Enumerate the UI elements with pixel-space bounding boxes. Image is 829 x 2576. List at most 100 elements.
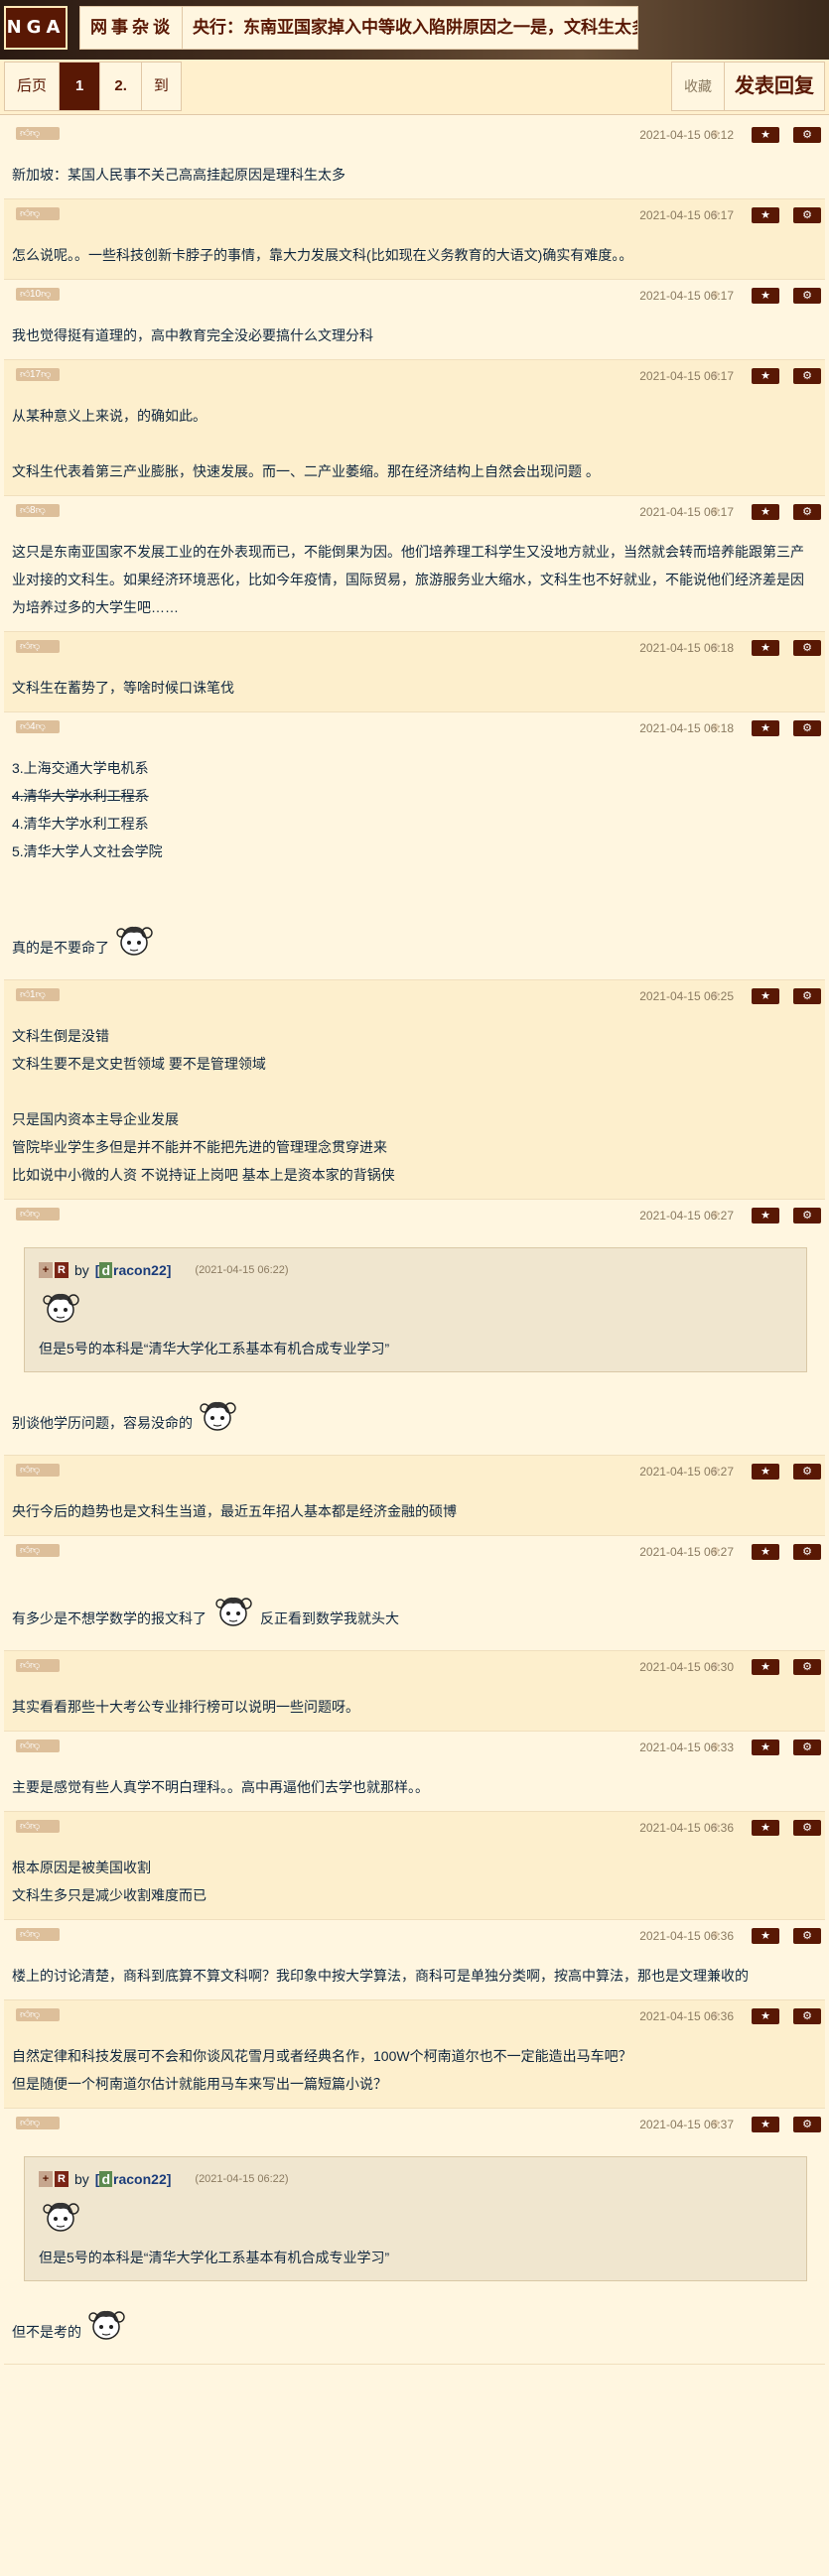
vote-widget[interactable]: 👍︎👎︎ xyxy=(16,1659,60,1672)
quote-user-link[interactable]: [d racon22] xyxy=(95,2171,171,2187)
vote-widget[interactable]: 👍︎👎︎ xyxy=(16,127,60,140)
vote-widget[interactable]: 👍︎👎︎ xyxy=(16,207,60,220)
star-icon[interactable]: ★ xyxy=(752,1659,779,1675)
star-icon[interactable]: ★ xyxy=(752,2117,779,2132)
thumbs-up-icon[interactable]: 👍︎ xyxy=(20,640,30,653)
thumbs-up-icon[interactable]: 👍︎ xyxy=(20,2008,30,2021)
vote-widget[interactable]: 👍︎👎︎ xyxy=(16,1208,60,1221)
plus-icon[interactable]: + xyxy=(39,2171,53,2187)
thumbs-up-icon[interactable]: 👍︎ xyxy=(20,504,30,517)
thumbs-up-icon[interactable]: 👍︎ xyxy=(20,1208,30,1221)
gear-icon[interactable]: ⚙ xyxy=(793,1464,821,1480)
vote-widget[interactable]: 👍︎10👎︎ xyxy=(16,288,60,301)
gear-icon[interactable]: ⚙ xyxy=(793,1208,821,1224)
plus-icon[interactable]: + xyxy=(39,1262,53,1278)
thumbs-down-icon[interactable]: 👎︎ xyxy=(36,504,46,517)
star-icon[interactable]: ★ xyxy=(752,1820,779,1836)
thumbs-up-icon[interactable]: 👍︎ xyxy=(20,1739,30,1752)
vote-widget[interactable]: 👍︎4👎︎ xyxy=(16,720,60,733)
vote-widget[interactable]: 👍︎👎︎ xyxy=(16,2117,60,2129)
thumbs-down-icon[interactable]: 👎︎ xyxy=(30,127,40,140)
thumbs-up-icon[interactable]: 👍︎ xyxy=(20,720,30,733)
gear-icon[interactable]: ⚙ xyxy=(793,640,821,656)
reply-badge-icon[interactable]: R xyxy=(55,2171,69,2187)
gear-icon[interactable]: ⚙ xyxy=(793,288,821,304)
reply-badge-icon[interactable]: R xyxy=(55,1262,69,1278)
thumbs-down-icon[interactable]: 👎︎ xyxy=(30,1464,40,1477)
gear-icon[interactable]: ⚙ xyxy=(793,127,821,143)
star-icon[interactable]: ★ xyxy=(752,127,779,143)
thumbs-down-icon[interactable]: 👎︎ xyxy=(36,720,46,733)
star-icon[interactable]: ★ xyxy=(752,1544,779,1560)
thumbs-up-icon[interactable]: 👍︎ xyxy=(20,988,30,1001)
star-icon[interactable]: ★ xyxy=(752,368,779,384)
vote-widget[interactable]: 👍︎17👎︎ xyxy=(16,368,60,381)
star-icon[interactable]: ★ xyxy=(752,1739,779,1755)
thumbs-up-icon[interactable]: 👍︎ xyxy=(20,1464,30,1477)
thumbs-down-icon[interactable]: 👎︎ xyxy=(30,1820,40,1833)
gear-icon[interactable]: ⚙ xyxy=(793,368,821,384)
star-icon[interactable]: ★ xyxy=(752,988,779,1004)
thumbs-down-icon[interactable]: 👎︎ xyxy=(30,2117,40,2129)
vote-widget[interactable]: 👍︎8👎︎ xyxy=(16,504,60,517)
thumbs-down-icon[interactable]: 👎︎ xyxy=(41,368,51,381)
thumbs-up-icon[interactable]: 👍︎ xyxy=(20,288,30,301)
gear-icon[interactable]: ⚙ xyxy=(793,1659,821,1675)
site-logo[interactable]: NGA xyxy=(4,6,68,50)
thumbs-down-icon[interactable]: 👎︎ xyxy=(30,640,40,653)
vote-widget[interactable]: 👍︎👎︎ xyxy=(16,1820,60,1833)
gear-icon[interactable]: ⚙ xyxy=(793,1739,821,1755)
reply-button[interactable]: 发表回复 xyxy=(725,63,824,110)
thumbs-down-icon[interactable]: 👎︎ xyxy=(30,2008,40,2021)
quote-user-link[interactable]: [d racon22] xyxy=(95,1262,171,1278)
prev-page-button[interactable]: 后页 xyxy=(5,63,61,110)
star-icon[interactable]: ★ xyxy=(752,1208,779,1224)
vote-widget[interactable]: 👍︎👎︎ xyxy=(16,1928,60,1941)
goto-page-button[interactable]: 到 xyxy=(142,63,181,110)
star-icon[interactable]: ★ xyxy=(752,720,779,736)
thumbs-up-icon[interactable]: 👍︎ xyxy=(20,127,30,140)
page-1-button[interactable]: 1 xyxy=(60,63,101,110)
gear-icon[interactable]: ⚙ xyxy=(793,207,821,223)
thumbs-down-icon[interactable]: 👎︎ xyxy=(30,1544,40,1557)
vote-widget[interactable]: 👍︎👎︎ xyxy=(16,1739,60,1752)
gear-icon[interactable]: ⚙ xyxy=(793,2117,821,2132)
star-icon[interactable]: ★ xyxy=(752,207,779,223)
thumbs-down-icon[interactable]: 👎︎ xyxy=(30,1928,40,1941)
star-icon[interactable]: ★ xyxy=(752,1928,779,1944)
favorite-button[interactable]: 收藏 xyxy=(672,63,725,110)
thread-title[interactable]: 央行：东南亚国家掉入中等收入陷阱原因之一是，文科生太多 xyxy=(182,6,638,50)
gear-icon[interactable]: ⚙ xyxy=(793,1544,821,1560)
thumbs-down-icon[interactable]: 👎︎ xyxy=(41,288,51,301)
gear-icon[interactable]: ⚙ xyxy=(793,1820,821,1836)
gear-icon[interactable]: ⚙ xyxy=(793,988,821,1004)
thumbs-up-icon[interactable]: 👍︎ xyxy=(20,1659,30,1672)
thumbs-up-icon[interactable]: 👍︎ xyxy=(20,207,30,220)
thumbs-up-icon[interactable]: 👍︎ xyxy=(20,1820,30,1833)
star-icon[interactable]: ★ xyxy=(752,288,779,304)
vote-widget[interactable]: 👍︎👎︎ xyxy=(16,1544,60,1557)
star-icon[interactable]: ★ xyxy=(752,504,779,520)
thumbs-down-icon[interactable]: 👎︎ xyxy=(30,1739,40,1752)
thumbs-down-icon[interactable]: 👎︎ xyxy=(36,988,46,1001)
gear-icon[interactable]: ⚙ xyxy=(793,1928,821,1944)
thumbs-down-icon[interactable]: 👎︎ xyxy=(30,1208,40,1221)
vote-widget[interactable]: 👍︎1👎︎ xyxy=(16,988,60,1001)
gear-icon[interactable]: ⚙ xyxy=(793,720,821,736)
thumbs-up-icon[interactable]: 👍︎ xyxy=(20,1928,30,1941)
page-2-button[interactable]: 2. xyxy=(100,63,142,110)
star-icon[interactable]: ★ xyxy=(752,1464,779,1480)
gear-icon[interactable]: ⚙ xyxy=(793,504,821,520)
vote-widget[interactable]: 👍︎👎︎ xyxy=(16,1464,60,1477)
thumbs-up-icon[interactable]: 👍︎ xyxy=(20,1544,30,1557)
gear-icon[interactable]: ⚙ xyxy=(793,2008,821,2024)
thumbs-down-icon[interactable]: 👎︎ xyxy=(30,207,40,220)
breadcrumb-forum[interactable]: 网事杂谈 xyxy=(79,6,185,50)
star-icon[interactable]: ★ xyxy=(752,640,779,656)
thumbs-up-icon[interactable]: 👍︎ xyxy=(20,2117,30,2129)
vote-widget[interactable]: 👍︎👎︎ xyxy=(16,640,60,653)
thumbs-down-icon[interactable]: 👎︎ xyxy=(30,1659,40,1672)
thumbs-up-icon[interactable]: 👍︎ xyxy=(20,368,30,381)
vote-widget[interactable]: 👍︎👎︎ xyxy=(16,2008,60,2021)
star-icon[interactable]: ★ xyxy=(752,2008,779,2024)
